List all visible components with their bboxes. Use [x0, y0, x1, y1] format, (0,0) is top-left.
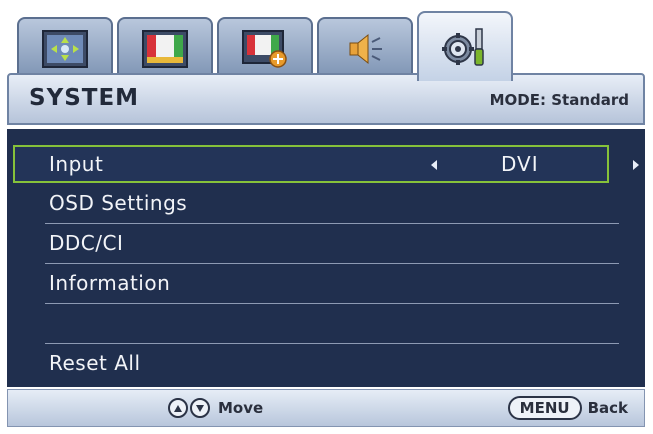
picture-advanced-icon [242, 30, 287, 68]
mode-indicator: MODE: Standard [489, 91, 629, 109]
tab-system[interactable] [417, 11, 513, 81]
menu-item-ddc-ci[interactable]: DDC/CI [45, 225, 619, 264]
menu-item-input[interactable]: Input DVI [13, 145, 639, 183]
audio-icon [349, 33, 382, 65]
picture-icon [142, 30, 188, 68]
menu-item-osd-settings[interactable]: OSD Settings [45, 185, 619, 224]
page-title: SYSTEM [29, 85, 140, 111]
menu-item-empty [45, 305, 619, 344]
system-settings-icon [442, 28, 484, 66]
menu-item-label: OSD Settings [49, 191, 188, 215]
menu-header: SYSTEM MODE: Standard [7, 73, 645, 125]
back-label: Back [587, 399, 628, 417]
menu-item-information[interactable]: Information [45, 265, 619, 304]
down-button-icon [190, 398, 210, 418]
menu-list: Input DVI OSD Settings DDC/CI Informatio… [7, 129, 645, 387]
menu-item-label: Information [49, 271, 171, 295]
back-hint: MENU Back [507, 396, 628, 420]
arrow-left-icon[interactable] [431, 160, 437, 170]
tab-picture[interactable] [117, 17, 213, 79]
up-button-icon [168, 398, 188, 418]
picture-position-icon [42, 30, 88, 68]
menu-item-label: Input [49, 152, 104, 176]
menu-item-label: DDC/CI [49, 231, 124, 255]
tab-picture-position[interactable] [17, 17, 113, 79]
arrow-right-icon[interactable] [633, 160, 639, 170]
input-value: DVI [501, 152, 539, 176]
menu-item-label: Reset All [49, 351, 141, 375]
menu-key-icon: MENU [507, 396, 582, 420]
move-label: Move [218, 399, 264, 417]
menu-item-reset-all[interactable]: Reset All [45, 345, 619, 383]
footer-hint-bar: Move MENU Back [7, 389, 645, 427]
tab-audio[interactable] [317, 17, 413, 79]
move-hint: Move [168, 398, 263, 418]
tab-picture-advanced[interactable] [217, 17, 313, 79]
osd-window: SYSTEM MODE: Standard Input DVI OSD Sett… [5, 5, 647, 429]
